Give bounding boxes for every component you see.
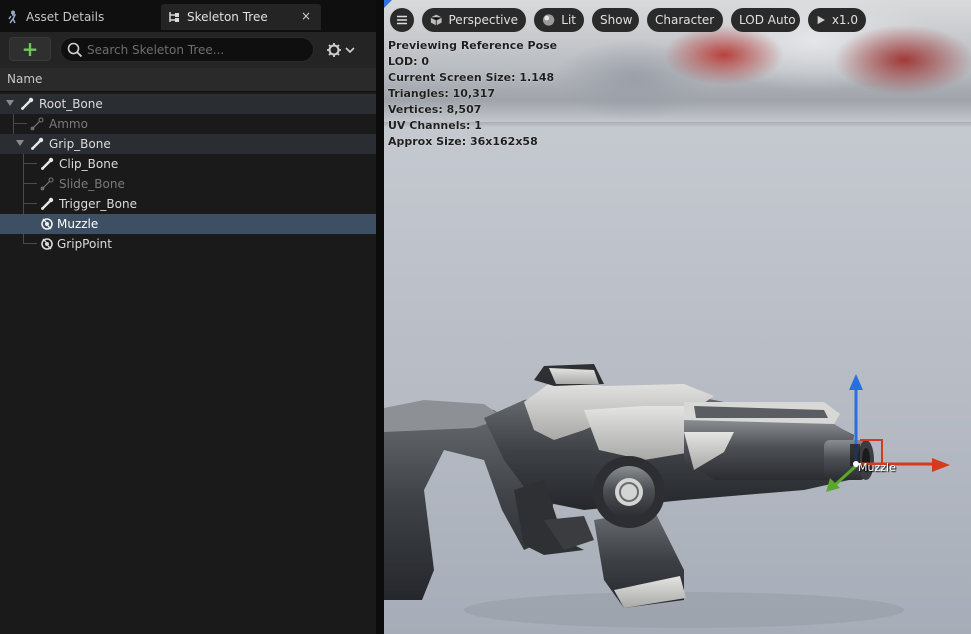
cube-icon: [430, 14, 442, 26]
lit-label: Lit: [561, 13, 576, 27]
add-icon: +: [21, 37, 39, 61]
perspective-button[interactable]: Perspective: [422, 8, 526, 32]
tree-row-label: GripPoint: [57, 237, 112, 251]
stat-pose: Previewing Reference Pose: [388, 39, 558, 52]
socket-icon: [41, 238, 53, 250]
skeleton-tree-icon: [167, 10, 181, 24]
tree-row-label: Root_Bone: [39, 97, 103, 111]
tab-bar: Asset Details Skeleton Tree ×: [0, 0, 376, 32]
skeleton-tree-panel: Asset Details Skeleton Tree × + Name: [0, 0, 376, 634]
chevron-down-icon: [345, 47, 355, 54]
lod-label: LOD Auto: [739, 13, 796, 27]
tree-row-clip-bone[interactable]: Clip_Bone: [0, 154, 376, 174]
stat-screen-size: Current Screen Size: 1.148: [388, 71, 555, 84]
perspective-label: Perspective: [448, 13, 519, 27]
asset-details-icon: [6, 10, 20, 24]
weapon-mesh[interactable]: [384, 340, 971, 634]
bone-tree: Root_Bone Ammo Grip_Bone Clip_Bone Slide…: [0, 94, 376, 254]
viewport-focus-marker: [384, 0, 392, 8]
expand-arrow-icon[interactable]: [16, 140, 24, 146]
tree-row-grip-point[interactable]: GripPoint: [0, 234, 376, 254]
tab-asset-details-label: Asset Details: [26, 10, 105, 24]
panel-splitter[interactable]: [376, 0, 384, 634]
sphere-icon: [542, 14, 555, 26]
stat-triangles: Triangles: 10,317: [388, 87, 496, 100]
tree-row-slide-bone[interactable]: Slide_Bone: [0, 174, 376, 194]
tree-row-trigger-bone[interactable]: Trigger_Bone: [0, 194, 376, 214]
search-box[interactable]: [60, 37, 314, 62]
search-input[interactable]: [87, 41, 307, 58]
socket-label-muzzle: Muzzle: [858, 461, 896, 474]
hamburger-icon: [397, 15, 407, 25]
tree-row-label: Slide_Bone: [59, 177, 125, 191]
tree-row-label: Grip_Bone: [49, 137, 111, 151]
bone-icon: [21, 97, 34, 110]
stat-approx-size: Approx Size: 36x162x58: [388, 135, 538, 148]
add-button[interactable]: +: [9, 37, 51, 61]
lod-button[interactable]: LOD Auto: [731, 8, 800, 32]
playback-speed-button[interactable]: x1.0: [808, 8, 866, 32]
bone-outline-icon: [40, 177, 54, 191]
bone-icon: [41, 197, 54, 210]
viewport-stats: Previewing Reference Pose LOD: 0 Current…: [388, 38, 557, 150]
tree-row-root-bone[interactable]: Root_Bone: [0, 94, 376, 114]
stat-lod: LOD: 0: [388, 55, 429, 68]
lit-button[interactable]: Lit: [534, 8, 584, 32]
tree-row-grip-bone[interactable]: Grip_Bone: [0, 134, 376, 154]
tree-row-ammo[interactable]: Ammo: [0, 114, 376, 134]
tree-toolbar: +: [0, 32, 376, 68]
stat-vertices: Vertices: 8,507: [388, 103, 482, 116]
tab-skeleton-tree[interactable]: Skeleton Tree ×: [161, 4, 321, 30]
settings-button[interactable]: [326, 40, 362, 60]
search-icon: [67, 42, 83, 58]
speed-label: x1.0: [831, 13, 858, 27]
tree-row-muzzle[interactable]: Muzzle: [0, 214, 376, 234]
tree-row-label: Trigger_Bone: [59, 197, 137, 211]
play-icon: [817, 15, 825, 25]
character-button[interactable]: Character: [647, 8, 723, 32]
show-label: Show: [600, 13, 633, 27]
bone-icon: [31, 137, 44, 150]
show-button[interactable]: Show: [592, 8, 639, 32]
preview-viewport[interactable]: Perspective Lit Show Character LOD Auto …: [384, 0, 971, 634]
socket-icon: [41, 218, 53, 230]
column-header-name[interactable]: Name: [0, 68, 376, 92]
tab-skeleton-tree-label: Skeleton Tree: [187, 10, 268, 24]
tree-row-label: Muzzle: [57, 217, 99, 231]
close-tab-icon[interactable]: ×: [301, 9, 311, 23]
tree-row-label: Ammo: [49, 117, 88, 131]
tab-asset-details[interactable]: Asset Details: [0, 4, 156, 30]
character-label: Character: [655, 13, 715, 27]
viewport-menu-button[interactable]: [390, 8, 414, 32]
bone-outline-icon: [30, 117, 44, 131]
tree-row-label: Clip_Bone: [59, 157, 119, 171]
bone-icon: [41, 157, 54, 170]
column-header-label: Name: [7, 72, 43, 86]
expand-arrow-icon[interactable]: [6, 100, 14, 106]
gear-icon: [327, 43, 341, 57]
stat-uv-channels: UV Channels: 1: [388, 119, 482, 132]
